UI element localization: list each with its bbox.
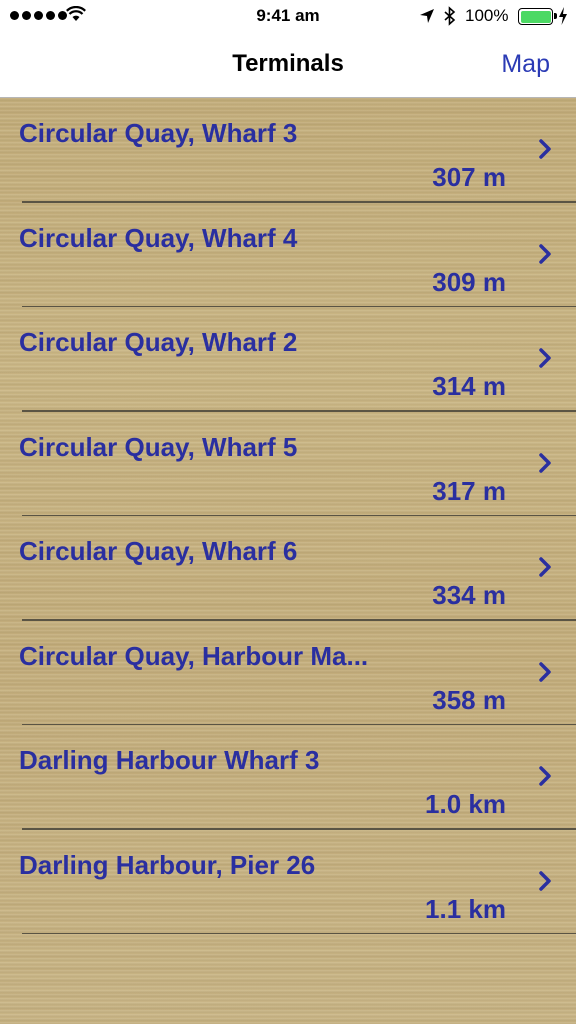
charging-bolt-icon: [559, 7, 567, 25]
list-item[interactable]: Darling Harbour Wharf 3 1.0 km: [0, 725, 576, 830]
location-arrow-icon: [420, 9, 434, 23]
terminal-distance: 1.0 km: [425, 789, 506, 819]
bluetooth-icon: [444, 6, 456, 26]
chevron-right-icon: [539, 766, 551, 786]
chevron-right-icon: [539, 870, 551, 891]
terminal-distance: 309 m: [432, 266, 506, 297]
page-title: Terminals: [232, 50, 344, 77]
terminal-name: Circular Quay, Wharf 6: [19, 536, 298, 566]
list-item[interactable]: Darling Harbour, Pier 26 1.1 km: [0, 830, 576, 934]
chevron-right-icon: [539, 139, 551, 159]
terminal-distance: 358 m: [432, 684, 506, 715]
chevron-right-icon: [539, 348, 551, 368]
terminal-name: Circular Quay, Wharf 2: [19, 327, 298, 357]
row-divider: [22, 932, 576, 934]
terminal-distance: 307 m: [432, 162, 506, 192]
list-item[interactable]: Circular Quay, Wharf 6 334 m: [0, 516, 576, 621]
navigation-bar: Terminals Map: [0, 34, 576, 98]
list-item[interactable]: Circular Quay, Wharf 4 309 m: [0, 203, 576, 307]
map-button[interactable]: Map: [501, 50, 550, 79]
chevron-right-icon: [539, 661, 551, 682]
list-item[interactable]: Circular Quay, Wharf 3 307 m: [0, 98, 576, 203]
terminal-distance: 334 m: [432, 580, 506, 610]
terminal-name: Circular Quay, Wharf 4: [19, 222, 298, 253]
terminal-distance: 1.1 km: [425, 893, 506, 924]
terminal-name: Circular Quay, Harbour Ma...: [19, 640, 369, 671]
battery-percentage: 100%: [465, 6, 509, 25]
terminal-distance: 317 m: [432, 475, 506, 506]
list-item[interactable]: Circular Quay, Harbour Ma... 358 m: [0, 621, 576, 725]
battery-full-icon: [518, 8, 557, 25]
list-item[interactable]: Circular Quay, Wharf 5 317 m: [0, 412, 576, 516]
chevron-right-icon: [539, 557, 551, 577]
terminal-name: Circular Quay, Wharf 5: [19, 431, 298, 462]
terminal-name: Circular Quay, Wharf 3: [19, 118, 298, 148]
terminal-name: Darling Harbour Wharf 3: [19, 745, 320, 775]
terminal-list: Circular Quay, Wharf 3 307 m Circular Quay…: [0, 98, 576, 1024]
chevron-right-icon: [539, 452, 551, 473]
terminal-distance: 314 m: [432, 371, 506, 401]
terminal-name: Darling Harbour, Pier 26: [19, 849, 316, 880]
list-item[interactable]: Circular Quay, Wharf 2 314 m: [0, 307, 576, 412]
chevron-right-icon: [539, 243, 551, 264]
status-bar: 9:41 am 100%: [0, 0, 576, 34]
